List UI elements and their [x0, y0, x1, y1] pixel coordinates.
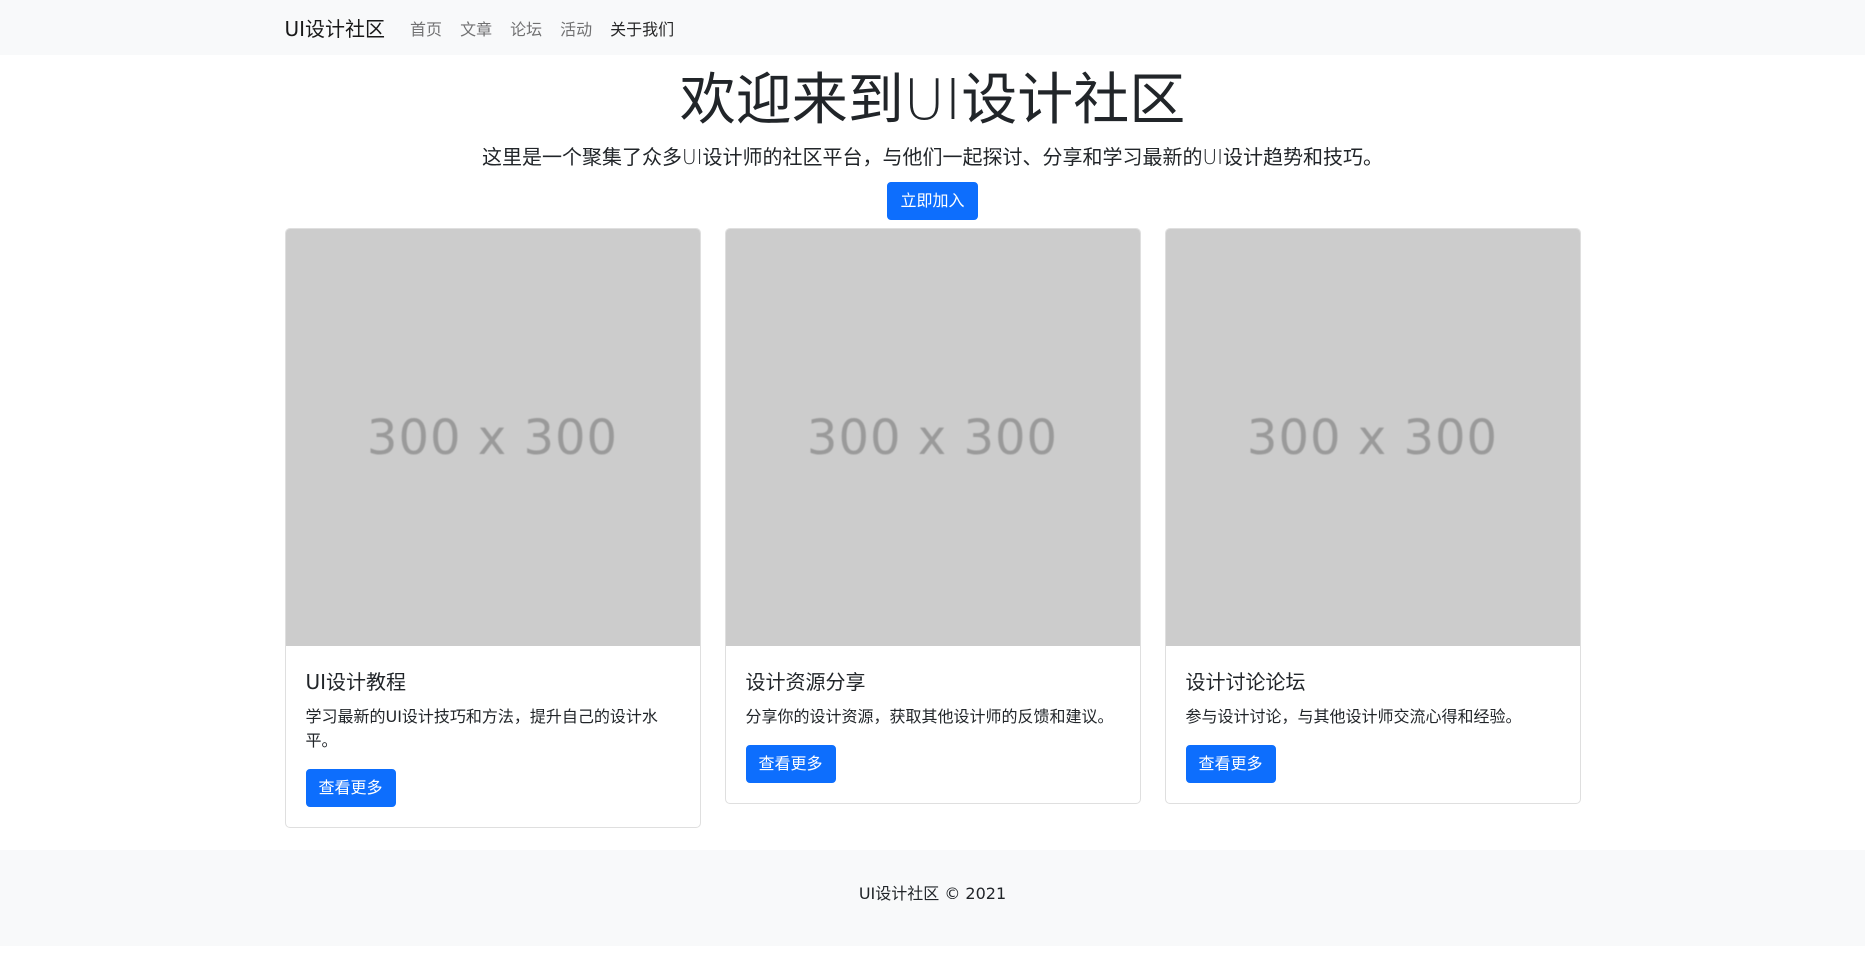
card-body: UI设计教程 学习最新的UI设计技巧和方法，提升自己的设计水平。 查看更多 [286, 646, 700, 827]
placeholder-image: 300 x 300 [286, 229, 700, 646]
placeholder-image: 300 x 300 [726, 229, 1140, 646]
nav-item-home[interactable]: 首页 [401, 8, 451, 48]
feature-cards-row: 300 x 300 UI设计教程 学习最新的UI设计技巧和方法，提升自己的设计水… [285, 228, 1581, 828]
page-title: 欢迎来到UI设计社区 [0, 67, 1865, 134]
nav-item-about[interactable]: 关于我们 [601, 8, 683, 48]
brand-logo[interactable]: UI设计社区 [285, 13, 386, 42]
view-more-button[interactable]: 查看更多 [306, 769, 396, 807]
placeholder-image-label: 300 x 300 [1247, 410, 1498, 466]
card-text: 参与设计讨论，与其他设计师交流心得和经验。 [1186, 705, 1560, 729]
nav-item-forum[interactable]: 论坛 [501, 8, 551, 48]
join-now-button[interactable]: 立即加入 [887, 182, 977, 220]
placeholder-image-label: 300 x 300 [807, 410, 1058, 466]
card-title: 设计讨论论坛 [1186, 666, 1560, 695]
nav-item-articles[interactable]: 文章 [451, 8, 501, 48]
nav-links: 首页 文章 论坛 活动 关于我们 [401, 8, 683, 48]
page-footer: UI设计社区 © 2021 [0, 850, 1865, 946]
card-body: 设计讨论论坛 参与设计讨论，与其他设计师交流心得和经验。 查看更多 [1166, 646, 1580, 803]
view-more-button[interactable]: 查看更多 [1186, 745, 1276, 783]
card-title: UI设计教程 [306, 666, 680, 695]
hero-subtitle: 这里是一个聚集了众多UI设计师的社区平台，与他们一起探讨、分享和学习最新的UI设… [0, 142, 1865, 172]
copyright-text: UI设计社区 © 2021 [0, 880, 1865, 904]
card-text: 学习最新的UI设计技巧和方法，提升自己的设计水平。 [306, 705, 680, 753]
card-title: 设计资源分享 [746, 666, 1120, 695]
card-ui-tutorials: 300 x 300 UI设计教程 学习最新的UI设计技巧和方法，提升自己的设计水… [285, 228, 701, 828]
card-body: 设计资源分享 分享你的设计资源，获取其他设计师的反馈和建议。 查看更多 [726, 646, 1140, 803]
placeholder-image-label: 300 x 300 [367, 410, 618, 466]
hero-section: 欢迎来到UI设计社区 这里是一个聚集了众多UI设计师的社区平台，与他们一起探讨、… [0, 55, 1865, 220]
view-more-button[interactable]: 查看更多 [746, 745, 836, 783]
card-design-forum: 300 x 300 设计讨论论坛 参与设计讨论，与其他设计师交流心得和经验。 查… [1165, 228, 1581, 804]
placeholder-image: 300 x 300 [1166, 229, 1580, 646]
top-navbar: UI设计社区 首页 文章 论坛 活动 关于我们 [0, 0, 1865, 55]
card-design-resources: 300 x 300 设计资源分享 分享你的设计资源，获取其他设计师的反馈和建议。… [725, 228, 1141, 804]
card-text: 分享你的设计资源，获取其他设计师的反馈和建议。 [746, 705, 1120, 729]
nav-item-events[interactable]: 活动 [551, 8, 601, 48]
